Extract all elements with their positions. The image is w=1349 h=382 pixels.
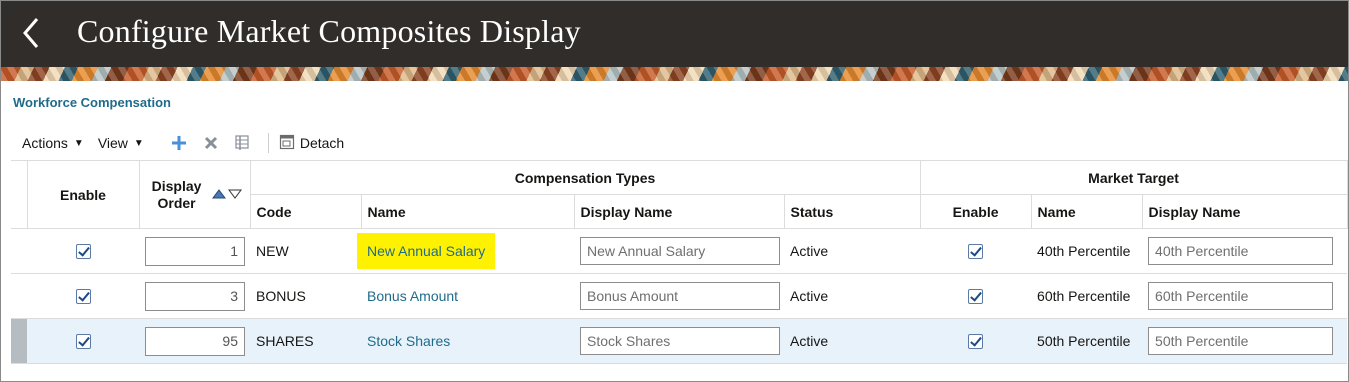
market-name-cell: 40th Percentile bbox=[1031, 228, 1143, 274]
caret-down-icon: ▼ bbox=[133, 137, 144, 149]
name-cell: New Annual Salary bbox=[357, 228, 574, 274]
actions-menu[interactable]: Actions ▼ bbox=[22, 135, 84, 151]
enable-cell bbox=[27, 273, 139, 319]
detach-label: Detach bbox=[299, 135, 345, 151]
enable-checkbox[interactable] bbox=[75, 244, 91, 260]
status-column-header[interactable]: Status bbox=[783, 194, 921, 229]
back-button[interactable] bbox=[15, 13, 51, 53]
display-name-input[interactable] bbox=[580, 282, 780, 310]
sort-ascending-icon[interactable] bbox=[212, 188, 227, 199]
name-link[interactable]: Bonus Amount bbox=[367, 288, 458, 304]
row-marker bbox=[11, 318, 27, 364]
actions-menu-label: Actions bbox=[22, 135, 68, 151]
display-order-cell bbox=[139, 228, 250, 274]
status-cell: Active bbox=[784, 228, 921, 274]
market-name-cell: 50th Percentile bbox=[1031, 318, 1143, 364]
name-cell: Stock Shares bbox=[361, 318, 574, 364]
market-display-name-cell bbox=[1142, 273, 1348, 319]
enable-checkbox[interactable] bbox=[75, 334, 91, 350]
display-name-cell bbox=[574, 228, 784, 274]
market-enable-checkbox[interactable] bbox=[968, 244, 984, 260]
display-name-input[interactable] bbox=[580, 327, 780, 355]
view-menu-label: View bbox=[97, 135, 128, 151]
market-display-name-column-header[interactable]: Display Name bbox=[1141, 194, 1348, 229]
display-order-input[interactable] bbox=[145, 236, 245, 266]
freeze-icon[interactable] bbox=[234, 134, 252, 152]
code-cell: BONUS bbox=[250, 273, 361, 319]
name-cell: Bonus Amount bbox=[361, 273, 574, 319]
display-order-input[interactable] bbox=[145, 326, 245, 356]
toolbar-separator bbox=[267, 133, 269, 153]
display-order-input[interactable] bbox=[145, 281, 245, 311]
status-cell: Active bbox=[784, 273, 921, 319]
enable-cell bbox=[27, 228, 139, 274]
display-order-column-header[interactable]: Display Order bbox=[138, 160, 251, 229]
compensation-table: Enable Display Order Compensation Types … bbox=[11, 160, 1348, 365]
display-name-input[interactable] bbox=[580, 237, 780, 265]
detach-button[interactable]: Detach bbox=[279, 134, 344, 153]
display-order-cell bbox=[139, 318, 250, 364]
table-row-selected[interactable]: SHARES Stock Shares Active 50th Percenti… bbox=[11, 318, 1348, 364]
page-title: Configure Market Composites Display bbox=[77, 13, 581, 49]
market-display-name-input[interactable] bbox=[1148, 282, 1334, 310]
display-name-cell bbox=[574, 318, 784, 364]
compensation-types-group-header: Compensation Types bbox=[249, 160, 921, 195]
view-menu[interactable]: View ▼ bbox=[98, 135, 144, 151]
name-link[interactable]: Stock Shares bbox=[367, 333, 450, 349]
table-row[interactable]: BONUS Bonus Amount Active 60th Percentil… bbox=[11, 273, 1348, 319]
status-cell: Active bbox=[784, 318, 921, 364]
code-column-header[interactable]: Code bbox=[249, 194, 362, 229]
display-order-cell bbox=[139, 273, 250, 319]
enable-cell bbox=[27, 318, 139, 364]
market-display-name-input[interactable] bbox=[1148, 327, 1334, 355]
table-row[interactable]: NEW New Annual Salary Active 40th Percen… bbox=[11, 228, 1348, 274]
display-name-cell bbox=[574, 273, 784, 319]
market-name-column-header[interactable]: Name bbox=[1030, 194, 1143, 229]
add-icon[interactable] bbox=[170, 134, 188, 152]
sort-controls bbox=[212, 188, 243, 199]
code-cell: SHARES bbox=[250, 318, 361, 364]
market-enable-cell bbox=[920, 318, 1032, 364]
market-display-name-cell bbox=[1142, 228, 1348, 274]
market-enable-cell bbox=[920, 228, 1032, 274]
sort-descending-icon[interactable] bbox=[228, 189, 243, 199]
code-cell: NEW bbox=[250, 228, 361, 274]
name-link[interactable]: New Annual Salary bbox=[367, 243, 485, 259]
back-chevron-icon bbox=[23, 18, 39, 48]
row-marker-header bbox=[11, 160, 28, 229]
row-marker bbox=[11, 273, 27, 319]
decorative-banner bbox=[1, 67, 1348, 81]
enable-column-header[interactable]: Enable bbox=[26, 160, 140, 229]
market-name-cell: 60th Percentile bbox=[1031, 273, 1143, 319]
market-enable-checkbox[interactable] bbox=[968, 289, 984, 305]
section-title: Workforce Compensation bbox=[13, 95, 171, 110]
page-header: Configure Market Composites Display bbox=[1, 1, 1348, 67]
market-enable-cell bbox=[920, 273, 1032, 319]
name-column-header[interactable]: Name bbox=[360, 194, 575, 229]
table-toolbar: Actions ▼ View ▼ Detach bbox=[13, 131, 344, 155]
caret-down-icon: ▼ bbox=[73, 137, 84, 149]
market-display-name-cell bbox=[1142, 318, 1348, 364]
detach-icon bbox=[279, 134, 295, 153]
market-display-name-input[interactable] bbox=[1148, 237, 1334, 265]
market-enable-checkbox[interactable] bbox=[968, 334, 984, 350]
delete-icon[interactable] bbox=[202, 134, 220, 152]
enable-checkbox[interactable] bbox=[75, 289, 91, 305]
market-enable-column-header[interactable]: Enable bbox=[919, 194, 1032, 229]
row-marker bbox=[11, 228, 27, 274]
market-target-group-header: Market Target bbox=[919, 160, 1348, 195]
display-name-column-header[interactable]: Display Name bbox=[573, 194, 785, 229]
display-order-label: Display Order bbox=[151, 177, 202, 211]
